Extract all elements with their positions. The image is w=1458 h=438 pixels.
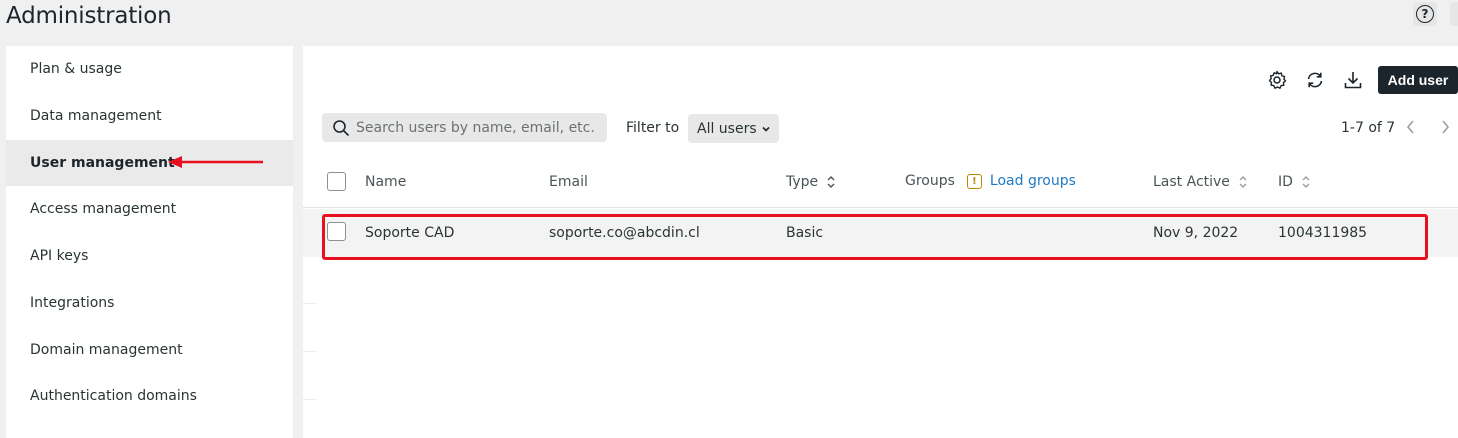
- sort-icon: [1302, 176, 1310, 188]
- sort-icon: [1239, 176, 1247, 188]
- chevron-right-icon: [1442, 120, 1450, 134]
- row-divider: [303, 351, 317, 352]
- search-box[interactable]: [322, 113, 607, 142]
- cell-last-active: Nov 9, 2022: [1153, 225, 1239, 241]
- sidebar-item-label: Data management: [30, 108, 162, 124]
- cell-email: soporte.co@abcdin.cl: [549, 225, 700, 241]
- sidebar-item-label: Domain management: [30, 342, 183, 358]
- page-title: Administration: [6, 3, 172, 29]
- sidebar-item-label: Access management: [30, 201, 177, 217]
- table-row[interactable]: Soporte CAD soporte.co@abcdin.cl Basic N…: [303, 209, 1458, 257]
- column-header-label: ID: [1278, 174, 1293, 190]
- refresh-icon: [1307, 72, 1323, 88]
- sidebar-item-label: Plan & usage: [30, 61, 122, 77]
- sidebar-item-authentication-domains[interactable]: Authentication domains: [6, 373, 293, 419]
- annotation-arrow-icon: [168, 156, 263, 168]
- sidebar-item-label: User management: [30, 155, 175, 171]
- settings-button[interactable]: [1265, 68, 1289, 92]
- row-checkbox[interactable]: [327, 222, 346, 241]
- sidebar-item-integrations[interactable]: Integrations: [6, 280, 293, 326]
- column-header-label: Email: [549, 174, 588, 190]
- filter-label: Filter to: [626, 120, 680, 136]
- search-input[interactable]: [356, 119, 601, 136]
- column-header-label: Last Active: [1153, 174, 1230, 190]
- warning-icon: !: [966, 173, 982, 189]
- refresh-button[interactable]: [1303, 68, 1327, 92]
- column-header-label: Groups: [905, 173, 955, 189]
- user-management-panel: Add user Filter to All users 1-7 of 7 Na…: [303, 46, 1458, 438]
- cell-name: Soporte CAD: [365, 225, 455, 241]
- previous-page-button[interactable]: [1401, 116, 1421, 138]
- column-header-last-active[interactable]: Last Active: [1153, 174, 1248, 190]
- column-header-type[interactable]: Type: [786, 174, 836, 190]
- filter-dropdown[interactable]: All users: [688, 114, 779, 143]
- chevron-left-icon: [1406, 120, 1414, 134]
- sidebar-item-label: API keys: [30, 248, 89, 264]
- sidebar: Plan & usage Data management User manage…: [6, 46, 293, 438]
- column-header-email[interactable]: Email: [549, 174, 588, 190]
- pagination-range: 1-7 of 7: [1341, 120, 1396, 136]
- column-header-id[interactable]: ID: [1278, 174, 1311, 190]
- column-header-label: Type: [786, 174, 819, 190]
- sidebar-item-access-management[interactable]: Access management: [6, 186, 293, 232]
- help-icon: ?: [1416, 5, 1434, 23]
- cell-id: 1004311985: [1278, 225, 1368, 241]
- column-header-groups: Groups ! Load groups: [905, 173, 1076, 189]
- table-header: Name Email Type Groups ! Load groups Las…: [303, 158, 1458, 208]
- sidebar-item-label: Integrations: [30, 295, 115, 311]
- sidebar-item-label: Authentication domains: [30, 388, 197, 404]
- cell-type: Basic: [786, 225, 824, 241]
- sidebar-item-domain-management[interactable]: Domain management: [6, 327, 293, 373]
- row-divider: [303, 399, 317, 400]
- column-header-label: Name: [365, 174, 407, 190]
- download-icon: [1344, 72, 1362, 89]
- load-groups-link[interactable]: Load groups: [990, 173, 1076, 189]
- sidebar-item-data-management[interactable]: Data management: [6, 93, 293, 139]
- download-button[interactable]: [1341, 68, 1365, 92]
- row-divider: [303, 303, 317, 304]
- search-icon: [333, 119, 350, 136]
- help-button[interactable]: ?: [1413, 2, 1437, 26]
- select-all-checkbox[interactable]: [327, 172, 346, 191]
- column-header-name[interactable]: Name: [365, 174, 406, 190]
- filter-selected-value: All users: [697, 120, 757, 137]
- add-user-button[interactable]: Add user: [1378, 66, 1458, 94]
- next-page-button[interactable]: [1435, 116, 1455, 138]
- sidebar-item-plan-usage[interactable]: Plan & usage: [6, 46, 293, 92]
- sort-icon: [827, 176, 835, 188]
- overflow-button[interactable]: [1450, 2, 1458, 26]
- sidebar-item-api-keys[interactable]: API keys: [6, 233, 293, 279]
- chevron-down-icon: [762, 126, 770, 132]
- gear-icon: [1268, 70, 1287, 89]
